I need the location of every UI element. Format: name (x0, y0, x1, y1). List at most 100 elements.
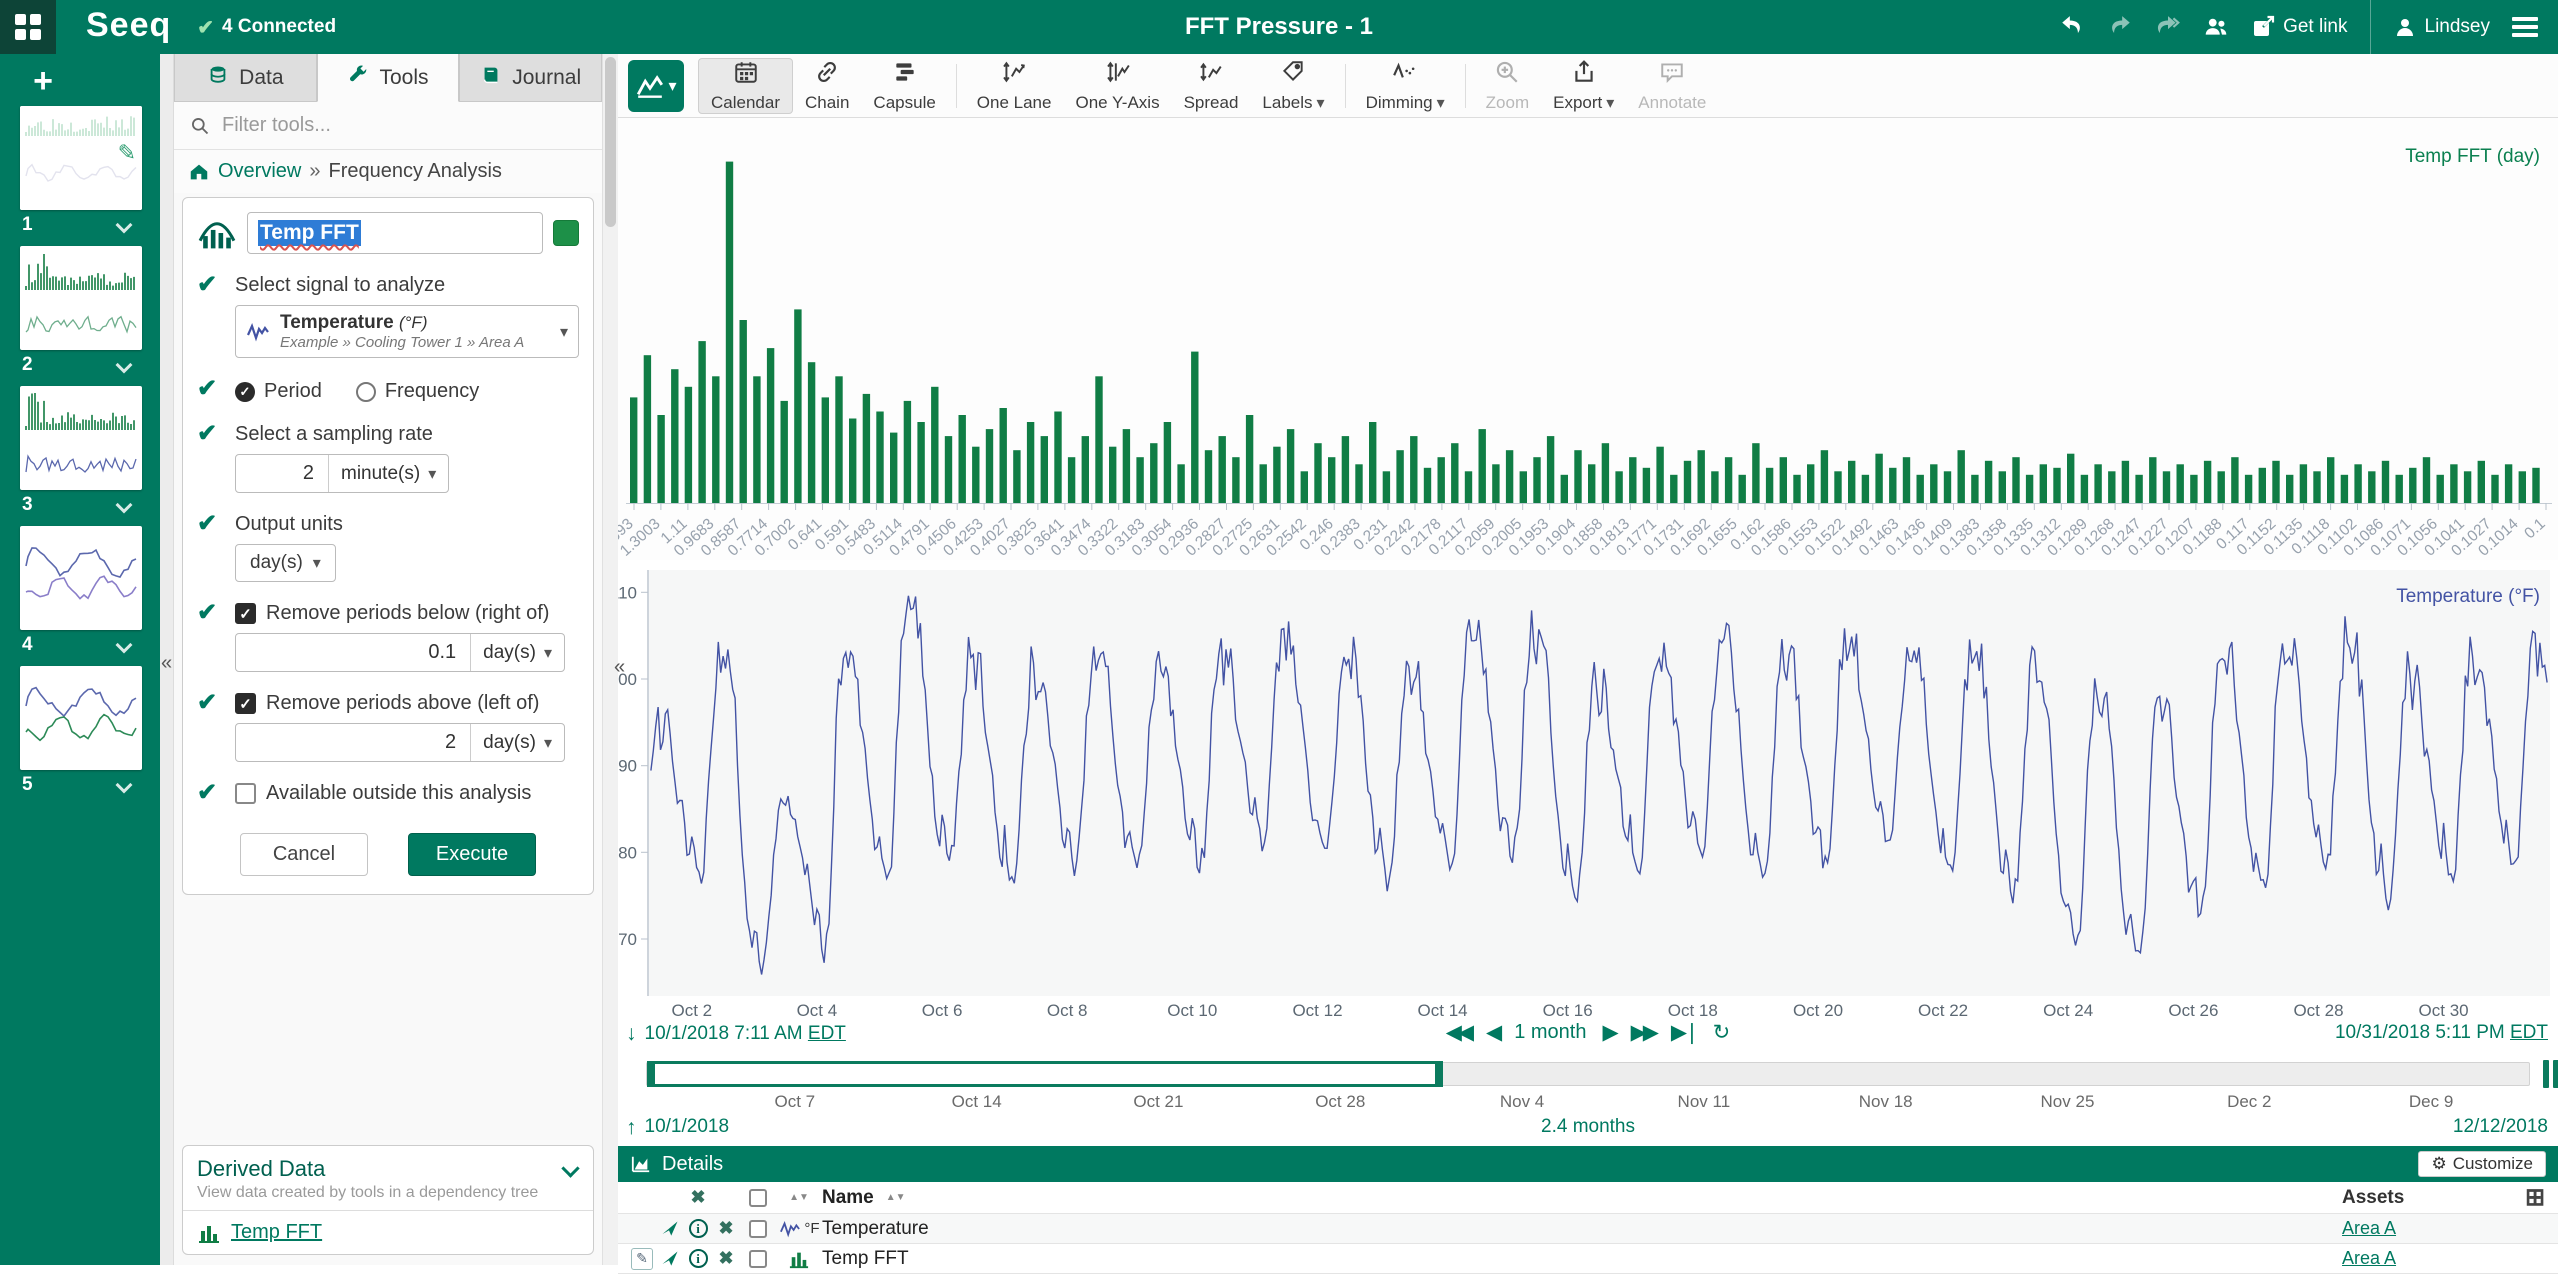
item-name[interactable]: Temp FFT (822, 1248, 2342, 1270)
users-icon[interactable] (2203, 14, 2229, 40)
undo-icon[interactable] (2059, 14, 2085, 40)
home-icon[interactable] (188, 161, 210, 183)
temperature-series-label[interactable]: Temperature (°F) (2396, 586, 2540, 608)
asset-link[interactable]: Area A (2342, 1218, 2396, 1239)
radio-frequency[interactable]: Frequency (356, 380, 480, 403)
signal-select[interactable]: Temperature (°F) Example » Cooling Tower… (235, 305, 579, 358)
worksheet-item[interactable]: ✎1 (20, 106, 142, 236)
new-worksheet-button[interactable]: + (26, 66, 60, 100)
sort-icon[interactable]: ▲▼ (789, 1194, 809, 1201)
temperature-chart[interactable]: 110100908070Oct 2Oct 4Oct 6Oct 8Oct 10Oc… (618, 560, 2558, 1018)
step-forward-button[interactable]: ▶ (1602, 1020, 1614, 1045)
worksheet-thumbnail[interactable]: ✎ (20, 106, 142, 210)
item-name[interactable]: Temperature (822, 1218, 2342, 1240)
remove-below-unit-select[interactable]: day(s)▾ (470, 634, 564, 671)
radio-period[interactable]: ✓Period (235, 380, 322, 403)
step-back-button[interactable]: ◀ (1486, 1020, 1498, 1045)
filter-tools-input[interactable] (222, 114, 586, 137)
chevron-down-icon[interactable] (116, 217, 133, 234)
breadcrumb-overview-link[interactable]: Overview (218, 160, 301, 183)
customize-button[interactable]: ⚙Customize (2418, 1151, 2546, 1177)
remove-above-checkbox[interactable]: ✓ (235, 693, 256, 714)
axis-collapse-icon[interactable]: « (614, 656, 625, 679)
fft-chart[interactable]: 1.56931.30031.110.96830.85870.77140.7002… (618, 118, 2558, 560)
worksheet-thumbnail[interactable] (20, 386, 142, 490)
remove-icon[interactable]: ✖ (712, 1248, 740, 1269)
remove-above-input[interactable]: 2 (236, 724, 470, 761)
add-column-icon[interactable]: ⊞ (2512, 1183, 2558, 1212)
edit-icon[interactable]: ✎ (631, 1248, 653, 1270)
labels-button[interactable]: Labels ▾ (1250, 58, 1336, 114)
execute-button[interactable]: Execute (408, 833, 536, 876)
timeline-right-handle[interactable] (1435, 1061, 1442, 1087)
view-selector-button[interactable]: ▾ (628, 60, 684, 112)
output-units-select[interactable]: day(s)▾ (235, 544, 336, 582)
worksheet-thumbnail[interactable] (20, 526, 142, 630)
sampling-unit-select[interactable]: minute(s)▾ (328, 455, 448, 492)
worksheet-item[interactable]: 3 (20, 386, 142, 516)
tool-name-input[interactable]: Temp FFT (247, 212, 543, 254)
investigate-end[interactable]: 12/12/2018 (2453, 1116, 2548, 1137)
chevron-down-icon[interactable] (116, 497, 133, 514)
select-all-checkbox[interactable] (749, 1189, 767, 1207)
remove-below-checkbox[interactable]: ✓ (235, 603, 256, 624)
sampling-rate-input[interactable]: 2 (236, 455, 328, 492)
asset-link[interactable]: Area A (2342, 1248, 2396, 1269)
tab-data[interactable]: Data (174, 54, 317, 102)
send-icon[interactable] (656, 1219, 684, 1239)
investigate-start[interactable]: 10/1/2018 (645, 1116, 730, 1140)
timeline-left-handle[interactable] (648, 1061, 655, 1087)
chevron-down-icon[interactable] (116, 357, 133, 374)
scrollbar-thumb[interactable] (605, 57, 616, 227)
chain-button[interactable]: Chain (793, 58, 861, 114)
timeline-slider[interactable] (646, 1062, 2530, 1086)
tab-tools[interactable]: Tools (317, 54, 460, 102)
step-to-end-button[interactable]: ▶❘ (1671, 1020, 1697, 1045)
worksheet-item[interactable]: 4 (20, 526, 142, 656)
investigate-duration[interactable]: 2.4 months (1541, 1116, 1635, 1138)
hamburger-menu-icon[interactable] (2512, 17, 2538, 37)
timeline-selected-range[interactable] (647, 1061, 1443, 1087)
calendar-button[interactable]: Calendar (698, 58, 793, 114)
spread-button[interactable]: Spread (1172, 58, 1251, 114)
user-menu[interactable]: Lindsey (2393, 15, 2491, 39)
timeline-end-handle-icon[interactable] (2543, 1060, 2558, 1088)
worksheet-thumbnail[interactable] (20, 246, 142, 350)
redo-icon[interactable] (2107, 14, 2133, 40)
chevron-down-icon[interactable] (116, 777, 133, 794)
export-button[interactable]: Export ▾ (1541, 58, 1626, 114)
dimming-button[interactable]: Dimming ▾ (1354, 58, 1457, 114)
info-icon[interactable]: i (689, 1249, 708, 1268)
row-checkbox[interactable] (749, 1220, 767, 1238)
send-icon[interactable] (656, 1249, 684, 1269)
remove-below-input[interactable]: 0.1 (236, 634, 470, 671)
chevron-down-icon[interactable] (116, 637, 133, 654)
refresh-icon[interactable]: ↻ (1713, 1020, 1731, 1045)
remove-above-unit-select[interactable]: day(s)▾ (470, 724, 564, 761)
worksheet-item[interactable]: 2 (20, 246, 142, 376)
step-forward-much-button[interactable]: ▶▶ (1631, 1020, 1655, 1045)
remove-all-icon[interactable]: ✖ (684, 1187, 712, 1208)
duration-label[interactable]: 1 month (1514, 1021, 1586, 1044)
capsule-button[interactable]: Capsule (861, 58, 947, 114)
app-grid-button[interactable] (0, 0, 56, 54)
one-y-axis-button[interactable]: One Y-Axis (1063, 58, 1171, 114)
derived-item-link[interactable]: Temp FFT (231, 1221, 322, 1244)
tab-journal[interactable]: Journal (459, 54, 602, 102)
one-lane-button[interactable]: One Lane (965, 58, 1064, 114)
step-back-much-button[interactable]: ◀◀ (1446, 1020, 1470, 1045)
redo-all-icon[interactable] (2155, 14, 2181, 40)
remove-icon[interactable]: ✖ (712, 1218, 740, 1239)
available-outside-checkbox[interactable] (235, 783, 256, 804)
cancel-button[interactable]: Cancel (240, 833, 368, 876)
color-swatch-button[interactable] (553, 220, 579, 246)
get-link-button[interactable]: Get link (2251, 15, 2347, 39)
fft-series-label[interactable]: Temp FFT (day) (2405, 146, 2540, 168)
sort-icon[interactable]: ▲▼ (886, 1194, 906, 1201)
info-icon[interactable]: i (689, 1219, 708, 1238)
range-start[interactable]: 10/1/2018 7:11 AM EDT (645, 1023, 846, 1045)
panel-collapse-strip[interactable]: « (160, 54, 174, 1265)
worksheet-item[interactable]: 5 (20, 666, 142, 796)
range-end[interactable]: 10/31/2018 5:11 PM EDT (2335, 1022, 2548, 1044)
worksheet-thumbnail[interactable] (20, 666, 142, 770)
